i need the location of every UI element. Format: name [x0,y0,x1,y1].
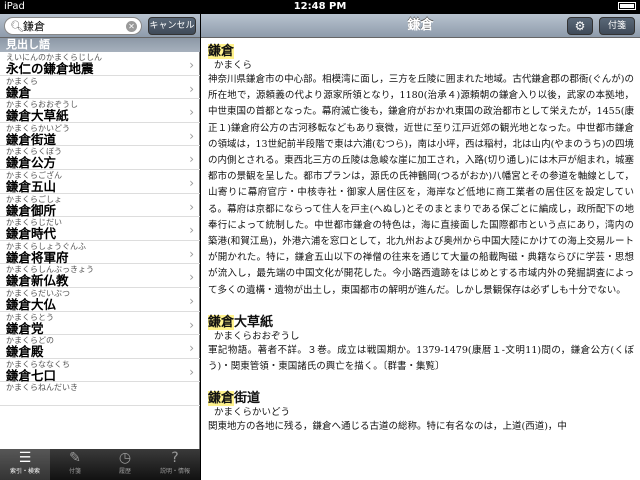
gear-icon: ⚙ [574,19,586,33]
chevron-right-icon: › [189,199,194,214]
detail-navbar: 鎌倉 ⚙ 付箋 [201,14,640,38]
list-item-term: 鎌倉街道 [6,131,57,147]
settings-button[interactable]: ⚙ [567,17,593,35]
status-bar: iPad 12:48 PM [0,0,640,14]
search-icon: 🔍︎ [10,20,24,33]
list-item-reading: かまくらねんだいき [6,383,78,393]
clear-icon[interactable]: ✕ [126,21,137,32]
headword-highlight: 鎌倉 [208,314,235,330]
tab-info[interactable]: ? 説明・情報 [150,449,200,480]
pencil-icon: ✎ [69,450,81,466]
list-item-term: 鎌倉時代 [6,226,57,242]
tab-history[interactable]: ◷ 履歴 [100,449,150,480]
search-input[interactable] [23,19,123,33]
headword-rest: 大草紙 [234,314,274,330]
entry-content[interactable]: 鎌倉 かまくら 神奈川県鎌倉市の中心部。相模湾に面し，三方を丘陵に囲まれた地域。… [201,38,640,480]
list-item[interactable]: かまくらおおぞうし 鎌倉大草紙 › [0,99,200,123]
list-item[interactable]: かまくらとう 鎌倉党 › [0,312,200,336]
list-item-term: 鎌倉七口 [6,367,57,383]
search-field[interactable]: 🔍︎ ✕ [4,17,142,35]
list-item[interactable]: かまくらしんぶっきょう 鎌倉新仏教 › [0,264,200,288]
list-item[interactable]: かまくらしょうぐんふ 鎌倉将軍府 › [0,241,200,265]
list-icon: ☰ [18,450,32,466]
list-item-term: 鎌倉大草紙 [6,108,69,124]
chevron-right-icon: › [189,152,194,167]
chevron-right-icon: › [189,128,194,143]
chevron-right-icon: › [189,364,194,379]
section-header: 見出し語 [0,38,200,52]
clock: 12:48 PM [293,1,347,12]
chevron-right-icon: › [189,293,194,308]
question-icon: ? [171,450,179,466]
list-item[interactable]: かまくらござん 鎌倉五山 › [0,170,200,194]
entry-reading: かまくらかいどう [214,407,291,419]
entry: 鎌倉大草紙 かまくらおおぞうし 軍記物語。著者不詳。３巻。成立は戦国期か。137… [208,314,634,375]
result-list[interactable]: えいにんのかまくらじしん 永仁の鎌倉地震 › かまくら 鎌倉 › かまくらおおぞうし 鎌倉… [0,52,200,463]
headword-highlight: 鎌倉 [208,44,235,59]
tab-label: 索引・検索 [9,468,40,475]
list-item-term: 鎌倉大仏 [6,296,57,312]
list-item-term: 鎌倉殿 [6,344,44,360]
list-item[interactable]: かまくらどの 鎌倉殿 › [0,335,200,359]
list-item-term: 鎌倉公方 [6,155,57,171]
chevron-right-icon: › [189,105,194,120]
chevron-right-icon: › [189,270,194,285]
chevron-right-icon: › [189,81,194,96]
tab-index-search[interactable]: ☰ 索引・検索 [0,449,50,480]
entry: 鎌倉 かまくら 神奈川県鎌倉市の中心部。相模湾に面し，三方を丘陵に囲まれた地域。… [208,44,634,299]
list-item[interactable]: かまくらごしょ 鎌倉御所 › [0,194,200,218]
detail-pane: 鎌倉 ⚙ 付箋 鎌倉 かまくら 神奈川県鎌倉市の中心部。相模湾に面し，三方を丘陵… [201,14,640,480]
tab-fusen[interactable]: ✎ 付箋 [50,449,100,480]
cancel-button[interactable]: キャンセル [148,17,196,35]
tab-bar: ☰ 索引・検索 ✎ 付箋 ◷ 履歴 ? 説明・情報 [0,449,200,480]
chevron-right-icon: › [189,246,194,261]
list-item-term: 鎌倉新仏教 [6,273,69,289]
list-item[interactable]: かまくらだいぶつ 鎌倉大仏 › [0,288,200,312]
list-item-term: 永仁の鎌倉地震 [6,61,94,76]
chevron-right-icon: › [189,175,194,190]
battery-icon [615,0,636,14]
entry-headword: 鎌倉大草紙 [208,314,634,331]
list-item[interactable]: かまくらねんだいき [0,382,200,406]
fusen-button[interactable]: 付箋 [599,17,635,35]
headword-highlight: 鎌倉 [208,391,235,407]
list-item-term: 鎌倉御所 [6,202,57,218]
list-item-term: 鎌倉五山 [6,178,57,194]
tab-label: 説明・情報 [159,468,190,475]
entry-body: 軍記物語。著者不詳。３巻。成立は戦国期か。1379-1479(康暦１-文明11)… [208,344,634,373]
list-item-term: 鎌倉将軍府 [6,249,69,265]
search-bar: 🔍︎ ✕ キャンセル [0,14,200,38]
clock-icon: ◷ [118,450,132,466]
chevron-right-icon: › [189,341,194,356]
entry-headword: 鎌倉街道 [208,391,634,407]
chevron-right-icon: › [189,58,194,72]
list-item[interactable]: かまくらかいどう 鎌倉街道 › [0,123,200,147]
list-item[interactable]: えいにんのかまくらじしん 永仁の鎌倉地震 › [0,52,200,76]
headword-rest: 街道 [234,391,261,407]
chevron-right-icon: › [189,317,194,332]
list-item[interactable]: かまくらくぼう 鎌倉公方 › [0,146,200,170]
index-pane: 🔍︎ ✕ キャンセル 見出し語 えいにんのかまくらじしん永仁の鎌倉地震› かまく… [0,14,200,480]
list-item[interactable]: かまくらななくち 鎌倉七口 › [0,359,200,383]
entry-headword: 鎌倉 [208,44,634,60]
list-item[interactable]: かまくらじだい 鎌倉時代 › [0,217,200,241]
entry-body: 神奈川県鎌倉市の中心部。相模湾に面し，三方を丘陵に囲まれた地域。古代鎌倉郡の郡衙… [208,74,634,296]
entry: 鎌倉街道 かまくらかいどう 関東地方の各地に残る，鎌倉へ通じる古道の総称。特に有… [208,391,634,435]
entry-reading: かまくら [214,60,253,71]
tab-label: 付箋 [68,468,81,475]
tab-label: 履歴 [118,468,131,475]
chevron-right-icon: › [189,223,194,238]
list-item-term: 鎌倉党 [6,320,44,336]
list-item-term: 鎌倉 [6,84,32,100]
entry-reading: かまくらおおぞうし [214,330,300,342]
list-item-reading: かまくら [6,76,38,86]
entry-body: 関東地方の各地に残る，鎌倉へ通じる古道の総称。特に有名なのは，上道(西道)，中 [208,421,567,433]
list-item[interactable]: かまくら 鎌倉 › [0,76,200,100]
